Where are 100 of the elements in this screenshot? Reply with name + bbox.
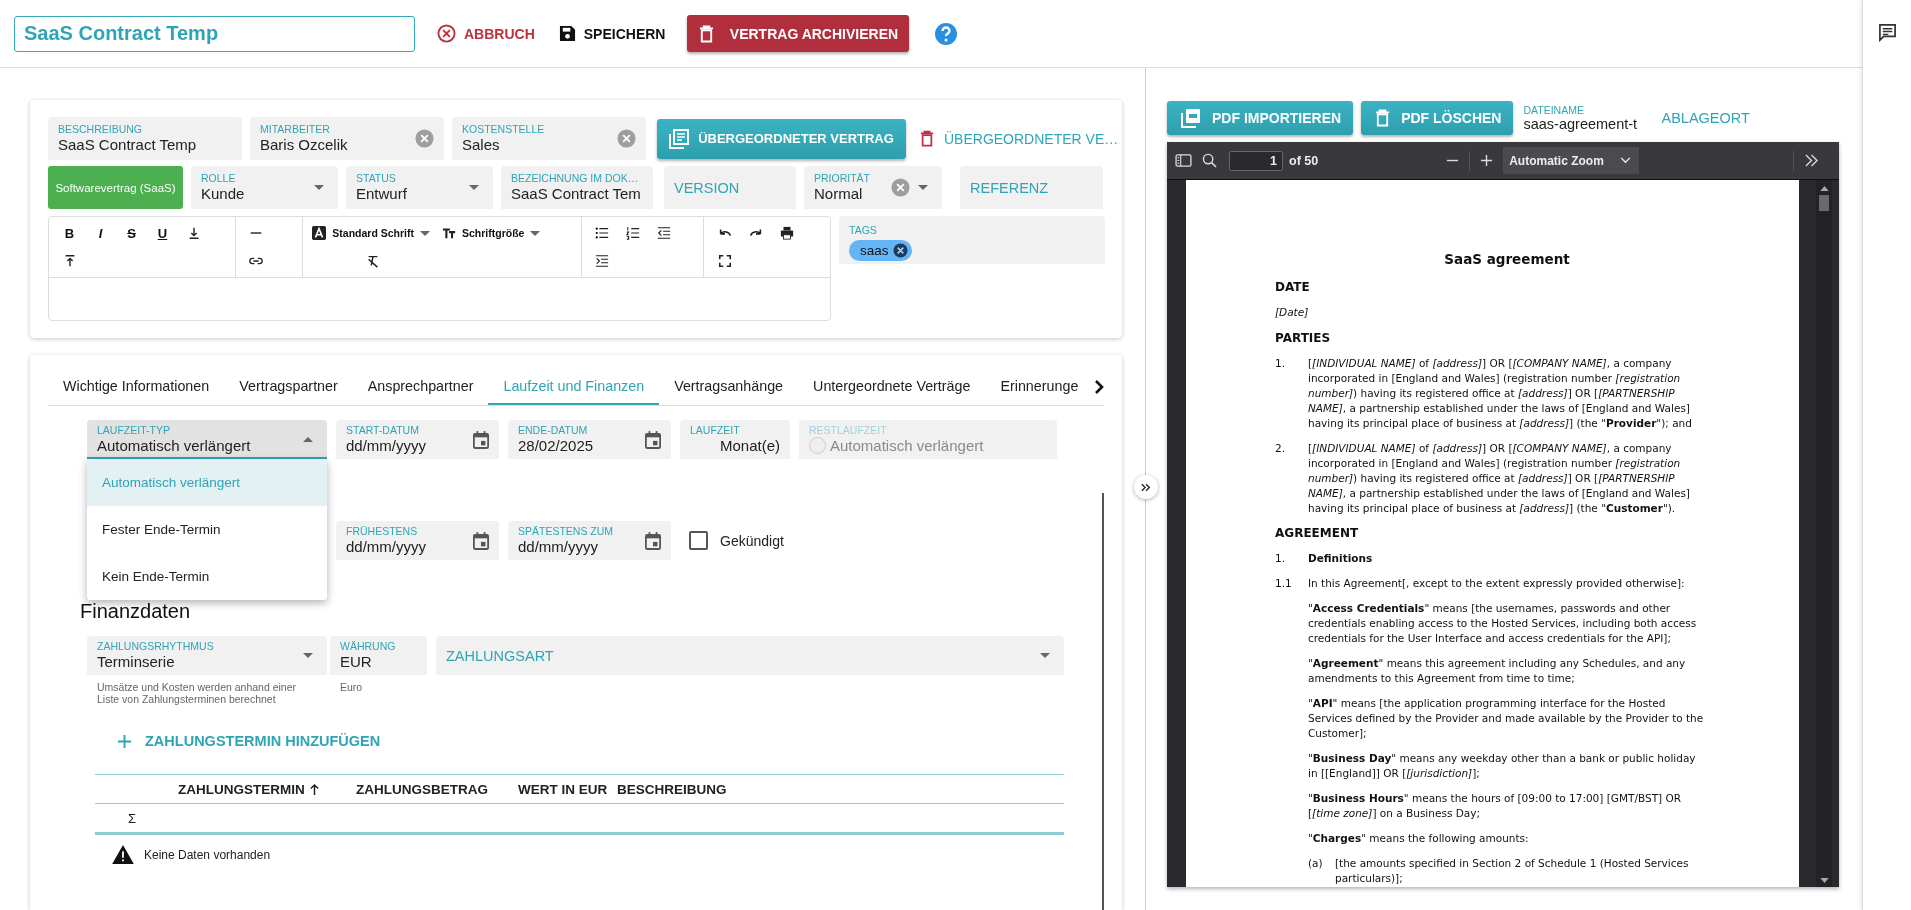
format-button[interactable]: B <box>54 219 85 247</box>
filename-field[interactable]: DATEINAME saas-agreement-t <box>1523 103 1644 132</box>
caret-icon <box>1040 653 1050 658</box>
tag-chip[interactable]: saas <box>849 240 912 261</box>
tab[interactable]: Ansprechpartner <box>352 369 489 405</box>
print-icon <box>779 226 794 240</box>
caret-icon <box>303 653 313 658</box>
date-field[interactable]: FRÜHESTENS dd/mm/yyyy <box>336 521 499 560</box>
select-field[interactable]: ROLLE Kunde <box>191 166 338 209</box>
field-value: Automatisch verlängert <box>97 435 252 455</box>
tab[interactable]: Untergeordnete Verträge <box>798 369 986 405</box>
checkbox-label: Gekündigt <box>720 532 784 549</box>
zoom-dropdown[interactable]: Automatic Zoom <box>1503 147 1640 174</box>
column-header[interactable]: WERT IN EUR <box>518 781 617 797</box>
zoom-in-icon[interactable] <box>1480 154 1494 167</box>
calendar-icon[interactable] <box>645 430 661 449</box>
clear-icon[interactable] <box>891 178 910 197</box>
field-value: EUR <box>340 652 373 671</box>
document-paragraph: "API" means [the application programming interface for the Hosted Services defined by the Provider and made available by the Provider to the Customer]; <box>1308 696 1705 741</box>
tab[interactable]: Wichtige Informationen <box>48 369 225 405</box>
text-field[interactable]: KOSTENSTELLE Sales <box>452 117 646 160</box>
field-value: SaaS Contract Tem <box>511 184 642 203</box>
text-field[interactable]: LAUFZEIT Monat(e) <box>680 420 790 459</box>
field-label: SPÄTESTENS ZUM <box>518 525 615 537</box>
section-heading: Finanzdaten <box>80 600 192 622</box>
document-paragraph: [[INDIVIDUAL NAME] of [address]] OR [[COMPANY NAME], a company incorporated in [England and Wales] (registration number [registration number]) having its registered office at [address]] OR [[PARTNERSHIP NAME], a partnership established under the laws of [England and Wales] having its principal place of business at [address]] (the "Customer"). <box>1308 441 1691 516</box>
tab[interactable]: Erinnerunge <box>985 369 1094 405</box>
field-placeholder: ZAHLUNGSART <box>446 647 555 664</box>
tags-field[interactable]: TAGS saas <box>839 216 1105 264</box>
caret-icon <box>420 230 431 236</box>
field-value: Entwurf <box>356 184 408 203</box>
scroll-bar[interactable] <box>1102 493 1104 910</box>
select-field[interactable]: ZAHLUNGSRHYTHMUS Terminserie <box>87 636 327 675</box>
field-label: FRÜHESTENS <box>346 525 419 537</box>
double-chevron-icon[interactable] <box>1804 154 1819 167</box>
comment-icon[interactable] <box>1877 23 1897 42</box>
field-label: LAUFZEIT <box>690 424 741 436</box>
document-heading: AGREEMENT <box>1275 526 1360 541</box>
field-label: MITARBEITER <box>260 123 331 135</box>
search-icon[interactable] <box>1202 153 1217 168</box>
page-number-field[interactable]: 1 <box>1229 150 1283 171</box>
calendar-icon[interactable] <box>473 430 489 449</box>
menu-option[interactable]: Kein Ende-Termin <box>87 553 327 600</box>
font-dropdown[interactable]: Schriftgröße <box>438 219 549 247</box>
column-header[interactable]: BESCHREIBUNG <box>617 781 727 797</box>
field-value: Sales <box>462 135 501 154</box>
field-placeholder: VERSION <box>674 179 741 196</box>
format-button[interactable]: I <box>85 219 116 247</box>
trash-icon <box>698 24 714 43</box>
caret-icon <box>469 185 479 190</box>
date-field[interactable]: ENDE-DATUM 28/02/2025 <box>508 420 671 459</box>
remove-icon[interactable] <box>892 243 908 258</box>
trash-icon <box>920 130 934 147</box>
format-button[interactable]: S <box>116 219 147 247</box>
clause-number: 1. <box>1275 356 1287 371</box>
date-field[interactable]: START-DATUM dd/mm/yyyy <box>336 420 499 459</box>
field-hint: Euro <box>340 681 364 693</box>
field-value: Normal <box>814 184 864 203</box>
column-header[interactable]: ZAHLUNGSTERMIN <box>178 781 356 797</box>
save-button[interactable]: SPEICHERN <box>550 15 674 52</box>
format-button[interactable]: U <box>147 219 178 247</box>
field-label: START-DATUM <box>346 424 420 436</box>
warning-icon <box>112 845 134 864</box>
text-field[interactable]: MITARBEITER Baris Ozcelik <box>250 117 444 160</box>
expand-button[interactable] <box>1134 475 1158 499</box>
font-dropdown[interactable]: Standard Schrift <box>308 219 439 247</box>
select-field[interactable]: STATUS Entwurf <box>346 166 493 209</box>
field-value: saas-agreement-t <box>1523 115 1639 132</box>
tab[interactable]: Vertragspartner <box>224 369 353 405</box>
scroll-down-icon[interactable] <box>1819 878 1829 883</box>
indent-icon <box>595 254 610 268</box>
calendar-icon[interactable] <box>473 531 489 550</box>
rich-text-editor[interactable]: B I S U Standard Schrift Schriftgröße <box>48 216 831 321</box>
field-label: BESCHREIBUNG <box>58 123 143 135</box>
bullets-icon <box>595 226 610 240</box>
text-field[interactable]: BEZEICHNUNG IM DOK… SaaS Contract Tem <box>501 166 653 209</box>
field-placeholder: dd/mm/yyyy <box>346 436 427 455</box>
date-field[interactable]: SPÄTESTENS ZUM dd/mm/yyyy <box>508 521 671 560</box>
sidebar-toggle-icon[interactable] <box>1175 154 1192 167</box>
text-field[interactable]: BESCHREIBUNG SaaS Contract Temp <box>48 117 242 160</box>
help-icon[interactable] <box>934 21 959 46</box>
chevron-right-icon[interactable] <box>1094 379 1104 395</box>
field-value: Monat(e) <box>718 436 780 455</box>
select-field[interactable]: PRIORITÄT Normal <box>804 166 942 209</box>
archive-button[interactable]: VERTRAG ARCHIVIEREN <box>687 15 910 52</box>
plus-icon <box>117 733 132 749</box>
font-icon <box>312 226 327 240</box>
clear-icon[interactable] <box>415 129 434 148</box>
select-field[interactable]: LAUFZEIT-TYP Automatisch verlängert <box>87 420 327 459</box>
clear-icon[interactable] <box>617 129 636 148</box>
tab[interactable]: Vertragsanhänge <box>659 369 799 405</box>
cancel-button[interactable]: ABBRUCH <box>429 15 543 52</box>
calendar-icon[interactable] <box>645 531 661 550</box>
checkbox[interactable] <box>689 531 708 550</box>
field-value: Terminserie <box>97 652 176 671</box>
column-header[interactable]: ZAHLUNGSBETRAG <box>356 781 518 797</box>
text-field[interactable]: WÄHRUNG EUR <box>330 636 427 675</box>
menu-option[interactable]: Fester Ende-Termin <box>87 506 327 553</box>
scroll-up-icon[interactable] <box>1819 186 1829 191</box>
scroll-thumb[interactable] <box>1819 195 1829 211</box>
